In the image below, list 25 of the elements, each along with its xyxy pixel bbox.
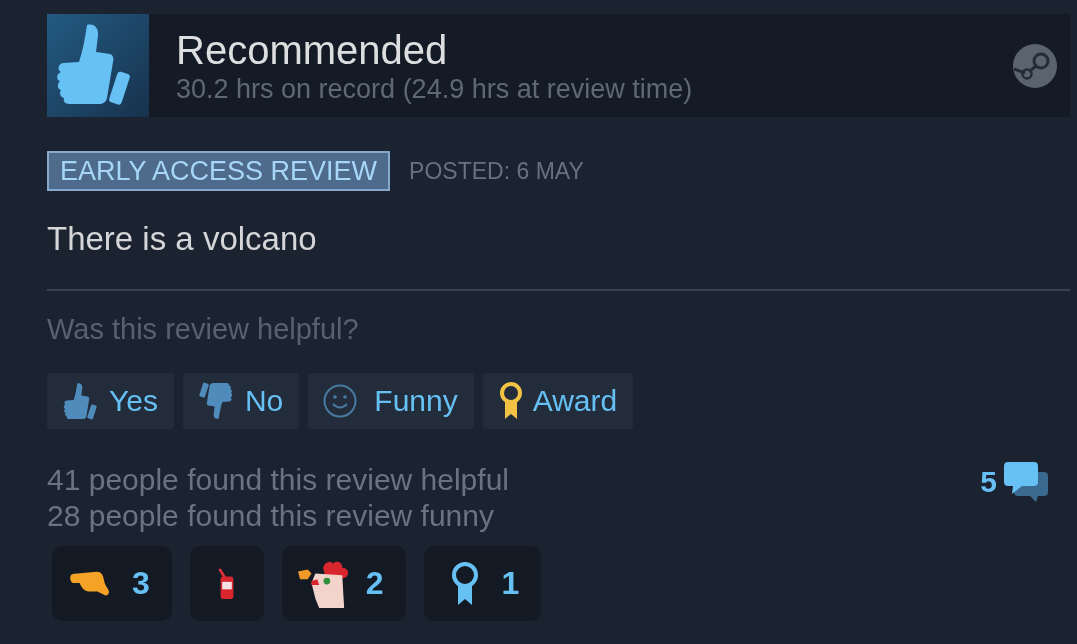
review-verdict: Recommended xyxy=(176,26,449,73)
award-reaction[interactable]: 3 xyxy=(52,546,172,621)
helpful-question: Was this review helpful? xyxy=(47,312,360,347)
yes-button[interactable]: Yes xyxy=(47,373,174,429)
award-ribbon-icon xyxy=(497,382,524,420)
vote-summary-text: 28 people found this review funny xyxy=(47,498,495,534)
thumbs-down-icon xyxy=(197,382,234,420)
smiley-icon xyxy=(323,384,358,418)
platform-logo-icon xyxy=(1013,43,1057,88)
ribbon-icon xyxy=(449,561,480,606)
no-button[interactable]: No xyxy=(182,373,300,429)
speech-bubbles-icon xyxy=(1004,462,1048,502)
award-reaction[interactable]: 1 xyxy=(423,546,542,621)
award-reaction[interactable] xyxy=(189,546,264,621)
playtime-text: 30.2 hrs on record (24.9 hrs at review time) xyxy=(176,72,694,105)
thumbs-up-icon xyxy=(62,382,98,420)
comments-link[interactable]: 5 xyxy=(980,462,1048,502)
posted-date: POSTED: 6 MAY xyxy=(409,157,584,185)
early-access-badge: EARLY ACCESS REVIEW xyxy=(47,151,391,191)
funny-button[interactable]: Funny xyxy=(308,373,474,429)
vote-summary-text: 41 people found this review helpful xyxy=(47,462,509,498)
review-text: There is a volcano xyxy=(47,221,318,257)
award-reaction[interactable]: 2 xyxy=(281,546,406,621)
award-button[interactable]: Award xyxy=(482,373,634,429)
chicken-icon xyxy=(297,559,350,608)
